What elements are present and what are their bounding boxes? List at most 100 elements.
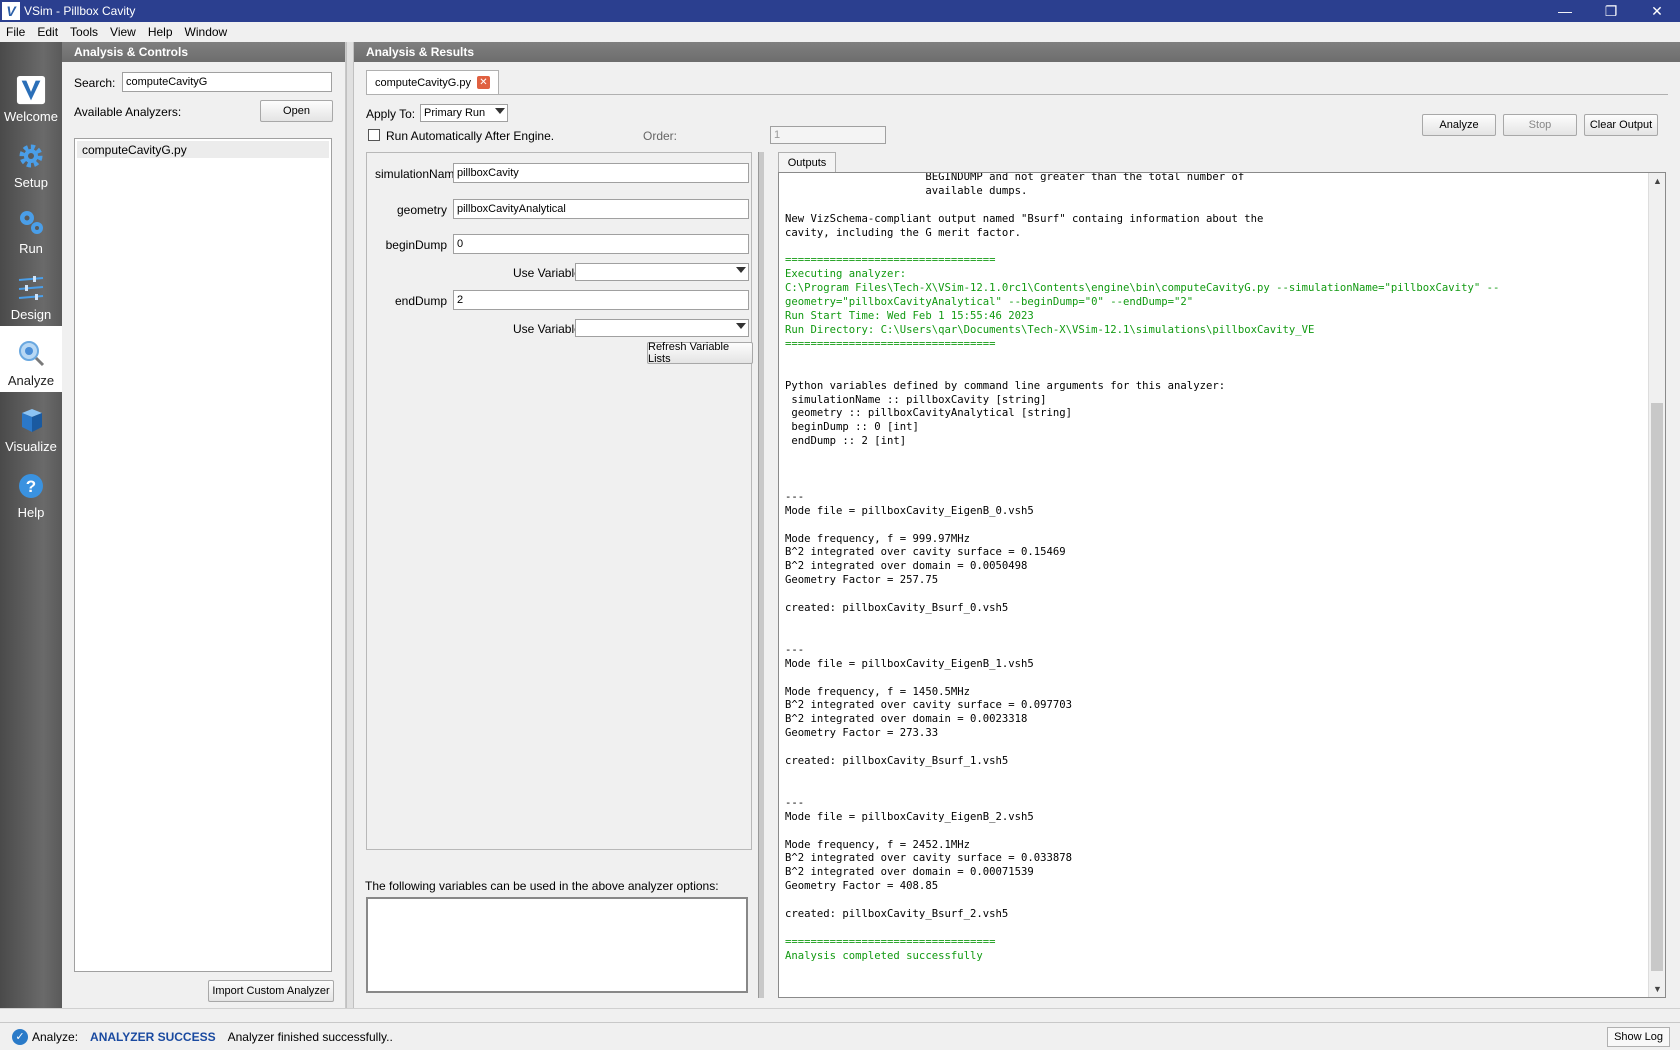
nav-setup[interactable]: Setup — [0, 128, 62, 194]
menu-file[interactable]: File — [0, 25, 31, 39]
output-line: Analysis completed successfully — [785, 949, 983, 962]
run-automatically-checkbox[interactable] — [368, 129, 380, 141]
enddump-field[interactable]: 2 — [453, 290, 749, 310]
vsim-app-icon: V — [2, 2, 20, 20]
output-console[interactable]: BEGINDUMP and not greater than the total… — [778, 172, 1666, 998]
menu-view[interactable]: View — [104, 25, 142, 39]
use-variable-label: Use Variable: — [513, 266, 585, 280]
use-variable-label: Use Variable: — [513, 322, 585, 336]
chevron-down-icon — [495, 108, 505, 114]
nav-run[interactable]: Run — [0, 194, 62, 260]
output-line: ================================= — [785, 337, 996, 350]
output-line: Mode file = pillboxCavity_EigenB_2.vsh5 — [785, 810, 1034, 823]
nav-analyze[interactable]: Analyze — [0, 326, 62, 392]
tab-divider — [366, 94, 1668, 95]
show-log-button[interactable]: Show Log — [1607, 1027, 1670, 1047]
scroll-down-icon[interactable]: ▼ — [1649, 981, 1665, 997]
title-bar: V VSim - Pillbox Cavity — ❐ ✕ — [0, 0, 1680, 22]
variables-list[interactable] — [366, 897, 748, 993]
simulationname-field[interactable]: pillboxCavity — [453, 163, 749, 183]
search-input[interactable]: computeCavityG — [122, 72, 332, 92]
panel-splitter[interactable] — [346, 42, 354, 1008]
output-line: B^2 integrated over domain = 0.00071539 — [785, 866, 1034, 879]
import-custom-analyzer-button[interactable]: Import Custom Analyzer — [208, 980, 334, 1002]
menu-help[interactable]: Help — [142, 25, 179, 39]
output-line: beginDump :: 0 [int] — [785, 421, 919, 434]
analysis-results-panel: Analysis & Results computeCavityG.py ✕ A… — [354, 42, 1680, 1008]
status-badge: ANALYZER SUCCESS — [90, 1029, 216, 1044]
available-analyzers-label: Available Analyzers: — [74, 105, 182, 119]
scroll-up-icon[interactable]: ▲ — [1649, 173, 1665, 189]
output-line: created: pillboxCavity_Bsurf_1.vsh5 — [785, 755, 1009, 768]
close-window-button[interactable]: ✕ — [1634, 0, 1680, 22]
open-button[interactable]: Open — [260, 100, 333, 122]
output-line: --- — [785, 796, 805, 809]
analysis-controls-panel: Analysis & Controls Search: computeCavit… — [62, 42, 346, 1008]
refresh-variable-lists-button[interactable]: Refresh Variable Lists — [647, 341, 753, 365]
vsim-logo-icon — [16, 75, 46, 105]
output-line: Run Directory: C:\Users\qar\Documents\Te… — [785, 323, 1315, 336]
begindump-field[interactable]: 0 — [453, 234, 749, 254]
gear-icon — [16, 141, 46, 171]
stop-button[interactable]: Stop — [1503, 114, 1577, 136]
order-spinbox[interactable]: 1 — [770, 126, 886, 144]
sliders-icon — [16, 273, 46, 303]
gears-icon — [16, 207, 46, 237]
run-automatically-label: Run Automatically After Engine. — [386, 129, 555, 143]
output-scrollbar[interactable]: ▲ ▼ — [1648, 173, 1665, 997]
output-line: Geometry Factor = 408.85 — [785, 880, 939, 893]
nav-visualize[interactable]: Visualize — [0, 392, 62, 458]
close-tab-icon[interactable]: ✕ — [476, 76, 490, 89]
output-line: B^2 integrated over domain = 0.0023318 — [785, 713, 1028, 726]
analyze-button[interactable]: Analyze — [1422, 114, 1496, 136]
apply-to-select[interactable]: Primary Run — [420, 104, 508, 122]
nav-help[interactable]: ? Help — [0, 458, 62, 524]
begindump-variable-select[interactable] — [575, 263, 749, 281]
output-line: ================================= — [785, 935, 996, 948]
chevron-down-icon — [736, 267, 746, 273]
clear-output-button[interactable]: Clear Output — [1584, 114, 1658, 136]
tab-outputs[interactable]: Outputs — [778, 152, 836, 172]
status-bar: ✓ Analyze: ANALYZER SUCCESS Analyzer fin… — [0, 1022, 1680, 1050]
output-line: B^2 integrated over cavity surface = 0.0… — [785, 852, 1073, 865]
output-line: created: pillboxCavity_Bsurf_2.vsh5 — [785, 908, 1009, 921]
minimize-button[interactable]: — — [1542, 0, 1588, 22]
output-line: BEGINDUMP and not greater than the total… — [785, 172, 1245, 183]
enddump-variable-select[interactable] — [575, 319, 749, 337]
scrollbar-thumb[interactable] — [1651, 403, 1663, 971]
output-line: Executing analyzer: — [785, 268, 907, 281]
output-line: Mode file = pillboxCavity_EigenB_1.vsh5 — [785, 657, 1034, 670]
geometry-field[interactable]: pillboxCavityAnalytical — [453, 199, 749, 219]
menu-window[interactable]: Window — [179, 25, 234, 39]
output-line: --- — [785, 490, 805, 503]
question-icon: ? — [16, 471, 46, 501]
output-line: B^2 integrated over domain = 0.0050498 — [785, 560, 1028, 573]
output-line: New VizSchema-compliant output named "Bs… — [785, 212, 1264, 225]
options-splitter[interactable] — [758, 152, 764, 998]
output-line: cavity, including the G merit factor. — [785, 226, 1021, 239]
panel-header: Analysis & Controls — [62, 42, 345, 62]
menu-edit[interactable]: Edit — [31, 25, 64, 39]
nav-design[interactable]: Design — [0, 260, 62, 326]
list-item[interactable]: computeCavityG.py — [77, 141, 329, 158]
analyzer-list: computeCavityG.py — [74, 138, 332, 972]
menu-bar: File Edit Tools View Help Window — [0, 22, 1680, 42]
restore-button[interactable]: ❐ — [1588, 0, 1634, 22]
status-message: Analyzer finished successfully.. — [227, 1029, 393, 1044]
output-line: Geometry Factor = 273.33 — [785, 727, 939, 740]
output-line: B^2 integrated over cavity surface = 0.0… — [785, 699, 1073, 712]
geometry-label: geometry — [396, 203, 447, 217]
tab-computecavityg[interactable]: computeCavityG.py ✕ — [366, 70, 499, 94]
nav-welcome[interactable]: Welcome — [0, 62, 62, 128]
cube-icon — [16, 405, 46, 435]
menu-tools[interactable]: Tools — [64, 25, 104, 39]
